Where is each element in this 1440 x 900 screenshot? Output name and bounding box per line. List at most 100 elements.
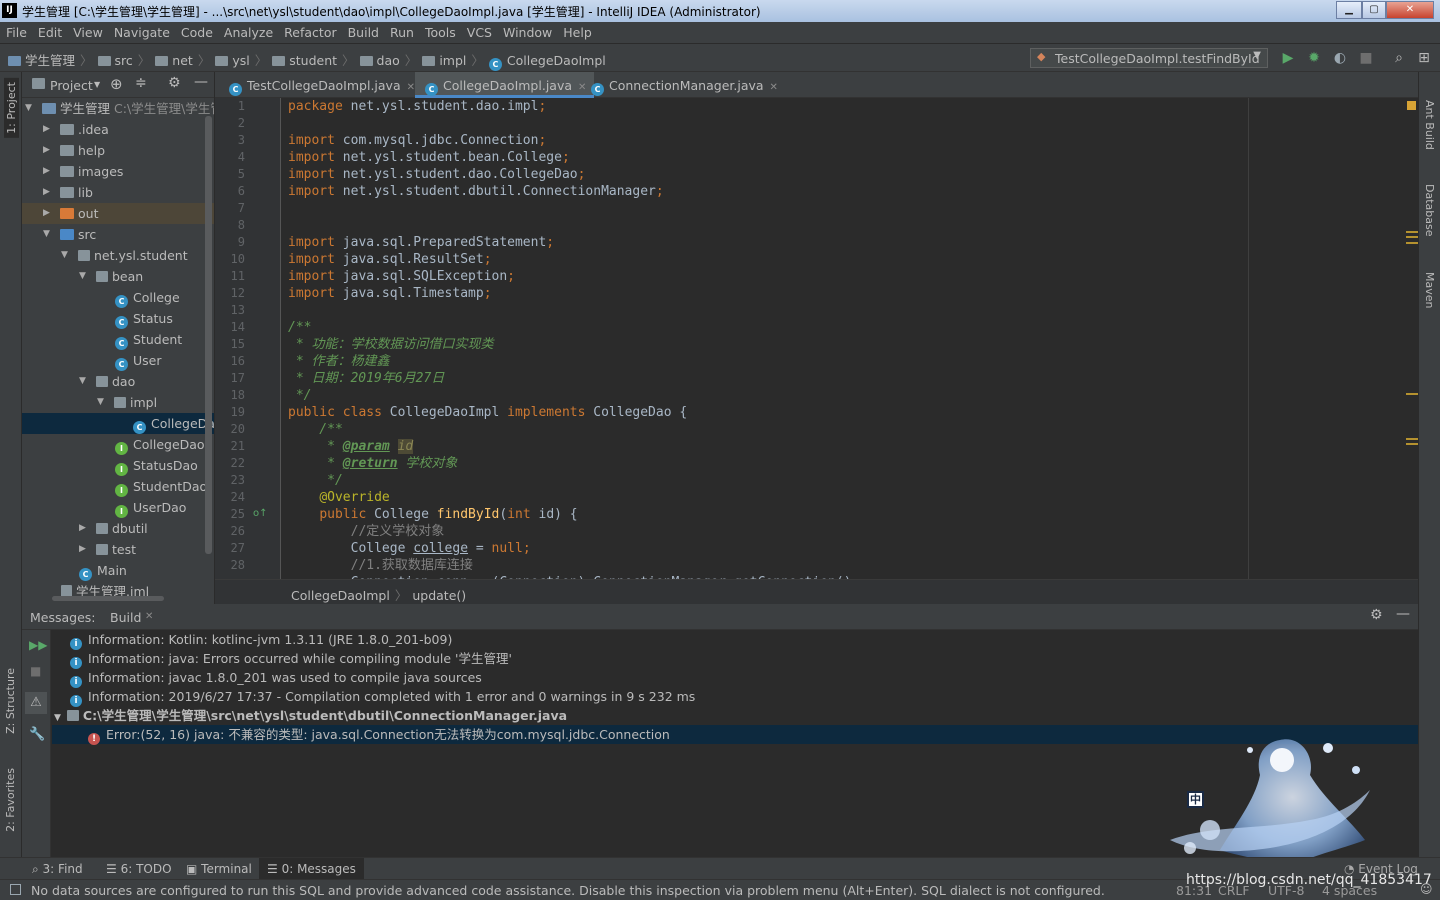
tree-item[interactable]: ▶ lib — [22, 182, 214, 203]
debug-icon[interactable]: ✹ — [1306, 50, 1322, 66]
tab-test-college-dao-impl[interactable]: C TestCollegeDaoImpl.java ✕ — [219, 72, 423, 98]
project-view-select[interactable]: Project — [50, 78, 93, 93]
menu-tools[interactable]: Tools — [419, 22, 461, 40]
close-tab-icon[interactable]: ✕ — [770, 82, 778, 93]
gear-icon[interactable]: ⚙ — [168, 75, 181, 91]
tree-item[interactable]: ▼ impl — [22, 392, 214, 413]
tree-item[interactable]: C Status — [22, 308, 214, 329]
wrench-icon[interactable]: 🔧 — [29, 727, 45, 742]
warning-filter-icon[interactable]: ⚠ — [25, 692, 47, 714]
search-icon[interactable]: ⌕ — [1391, 50, 1407, 66]
ime-indicator-icon[interactable]: 中 — [1187, 791, 1204, 808]
tree-item[interactable]: ▶ images — [22, 161, 214, 182]
tree-hscrollbar[interactable] — [52, 596, 164, 601]
tree-item[interactable]: ▶ out — [22, 203, 214, 224]
tab-connection-manager[interactable]: C ConnectionManager.java ✕ — [581, 72, 786, 98]
hide-panel-icon[interactable]: — — [194, 74, 208, 90]
tree-item[interactable]: ▼ dao — [22, 371, 214, 392]
tree-item[interactable]: ▶ dbutil — [22, 518, 214, 539]
tree-item[interactable]: I UserDao — [22, 497, 214, 518]
maven-tool-tab[interactable]: Maven — [1423, 272, 1436, 308]
tree-scrollbar[interactable] — [205, 116, 212, 554]
project-structure-icon[interactable]: ⊞ — [1416, 50, 1432, 66]
message-file[interactable]: ▼ C:\学生管理\学生管理\src\net\ysl\student\dbutil… — [52, 706, 1418, 725]
message-info[interactable]: i Information: 2019/6/27 17:37 - Compilat… — [52, 687, 1418, 707]
editor-scrollbar[interactable] — [1406, 98, 1418, 579]
tree-item[interactable]: ▶ help — [22, 140, 214, 161]
menu-window[interactable]: Window — [497, 22, 557, 40]
close-window-button[interactable]: ✕ — [1386, 1, 1434, 19]
locate-icon[interactable]: ⊕ — [110, 75, 123, 93]
tree-item[interactable]: I StudentDao — [22, 476, 214, 497]
terminal-tool-tab[interactable]: ▣ Terminal — [186, 862, 252, 876]
tree-item[interactable]: C User — [22, 350, 214, 371]
code-editor[interactable]: package net.ysl.student.dao.impl; import… — [281, 98, 1406, 579]
tab-build[interactable]: Build — [110, 610, 141, 625]
rerun-icon[interactable]: ▶▶ — [29, 638, 47, 652]
override-marker-icon[interactable]: o↑ — [253, 508, 268, 519]
tree-item[interactable]: ▶ test — [22, 539, 214, 560]
run-icon[interactable]: ▶ — [1280, 50, 1296, 66]
menu-file[interactable]: File — [0, 22, 32, 40]
menu-code[interactable]: Code — [175, 22, 218, 40]
stop-icon[interactable]: ■ — [1358, 50, 1374, 66]
crumb-class[interactable]: CollegeDaoImpl — [507, 53, 606, 68]
minimize-button[interactable]: ▁ — [1336, 1, 1362, 19]
tree-item[interactable]: ▶ .idea — [22, 119, 214, 140]
find-tool-tab[interactable]: ⌕ 3: Find — [32, 862, 83, 877]
stop-icon[interactable]: ■ — [30, 664, 41, 678]
close-tab-icon[interactable]: ✕ — [407, 82, 415, 93]
project-tool-tab[interactable]: 1: Project — [4, 78, 19, 138]
tree-item[interactable]: C Student — [22, 329, 214, 350]
menu-refactor[interactable]: Refactor — [278, 22, 341, 40]
run-config-select[interactable]: ◆ TestCollegeDaoImpl.testFindById ▼ — [1030, 48, 1268, 68]
hide-panel-icon[interactable]: — — [1396, 606, 1410, 622]
favorites-tool-tab[interactable]: 2: Favorites — [4, 768, 17, 832]
crumb-net[interactable]: net — [172, 53, 193, 68]
menu-analyze[interactable]: Analyze — [218, 22, 278, 40]
ant-build-tool-tab[interactable]: Ant Build — [1423, 100, 1436, 150]
maximize-button[interactable]: ▢ — [1362, 1, 1386, 19]
message-info[interactable]: i Information: javac 1.8.0_201 was used t… — [52, 668, 1418, 688]
tree-item[interactable]: ▼ bean — [22, 266, 214, 287]
menu-build[interactable]: Build — [342, 22, 384, 40]
crumb-ysl[interactable]: ysl — [232, 53, 249, 68]
menu-edit[interactable]: Edit — [32, 22, 67, 40]
status-message[interactable]: No data sources are configured to run th… — [31, 883, 1105, 898]
tab-college-dao-impl[interactable]: C CollegeDaoImpl.java ✕ — [415, 72, 595, 98]
menu-navigate[interactable]: Navigate — [108, 22, 175, 40]
folder-icon — [60, 145, 74, 156]
crumb-student[interactable]: student — [289, 53, 337, 68]
gear-icon[interactable]: ⚙ — [1370, 607, 1383, 623]
messages-tool-tab[interactable]: ☰ 0: Messages — [259, 858, 364, 879]
tree-item-selected[interactable]: CCollegeDaoImpl — [22, 413, 214, 434]
close-tab-icon[interactable]: ✕ — [145, 611, 153, 622]
tree-item[interactable]: I StatusDao — [22, 455, 214, 476]
tree-item[interactable]: ▼ net.ysl.student — [22, 245, 214, 266]
tree-item[interactable]: C College — [22, 287, 214, 308]
crumb-module[interactable]: 学生管理 — [25, 53, 75, 68]
tree-item[interactable]: ▼ src — [22, 224, 214, 245]
todo-tool-tab[interactable]: ☰ 6: TODO — [106, 862, 172, 876]
message-info[interactable]: i Information: Kotlin: kotlinc-jvm 1.3.11… — [52, 630, 1418, 650]
warning-indicator-icon[interactable] — [1407, 101, 1416, 110]
crumb-src[interactable]: src — [115, 53, 133, 68]
crumb-dao[interactable]: dao — [377, 53, 400, 68]
tree-item[interactable]: ▼ 学生管理 C:\学生管理\学生管 — [22, 98, 214, 119]
structure-tool-tab[interactable]: Z: Structure — [4, 668, 17, 734]
editor-crumb-class[interactable]: CollegeDaoImpl — [291, 588, 390, 603]
collapse-all-icon[interactable]: ≑ — [135, 75, 147, 91]
notifications-icon[interactable]: ☺ — [1420, 882, 1433, 896]
tree-item[interactable]: C Main — [22, 560, 214, 581]
editor-crumb-method[interactable]: update() — [412, 588, 466, 603]
menu-help[interactable]: Help — [557, 22, 597, 40]
menu-run[interactable]: Run — [384, 22, 419, 40]
tree-item[interactable]: I CollegeDao — [22, 434, 214, 455]
database-tool-tab[interactable]: Database — [1423, 184, 1436, 237]
crumb-impl[interactable]: impl — [439, 53, 466, 68]
menu-vcs[interactable]: VCS — [461, 22, 497, 40]
menu-view[interactable]: View — [67, 22, 108, 40]
toggle-tool-windows-icon[interactable] — [10, 884, 21, 895]
coverage-icon[interactable]: ◐ — [1332, 50, 1348, 66]
message-info[interactable]: i Information: java: Errors occurred whil… — [52, 649, 1418, 669]
